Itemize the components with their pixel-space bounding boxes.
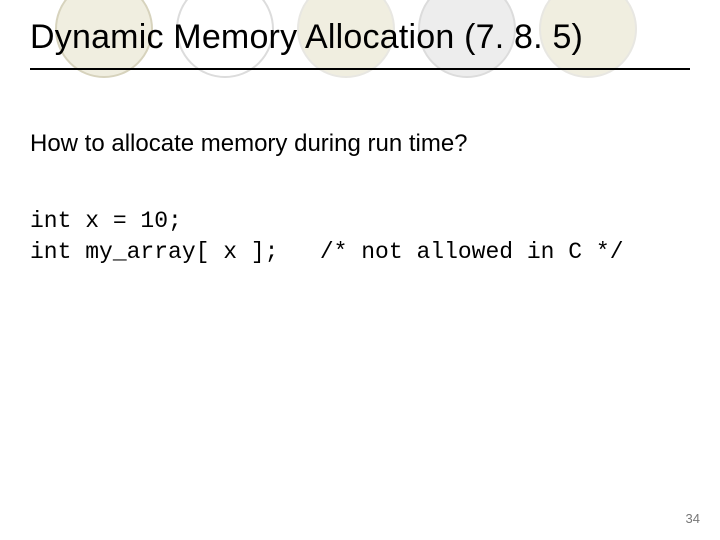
title-underline: [30, 68, 690, 70]
subheading: How to allocate memory during run time?: [30, 130, 468, 158]
code-line: int my_array[ x ]; /* not allowed in C *…: [30, 239, 624, 265]
page-title: Dynamic Memory Allocation (7. 8. 5): [30, 18, 583, 57]
code-block: int x = 10; int my_array[ x ]; /* not al…: [30, 206, 624, 268]
page-number: 34: [686, 511, 700, 526]
code-line: int x = 10;: [30, 208, 182, 234]
slide: Dynamic Memory Allocation (7. 8. 5) How …: [0, 0, 720, 540]
